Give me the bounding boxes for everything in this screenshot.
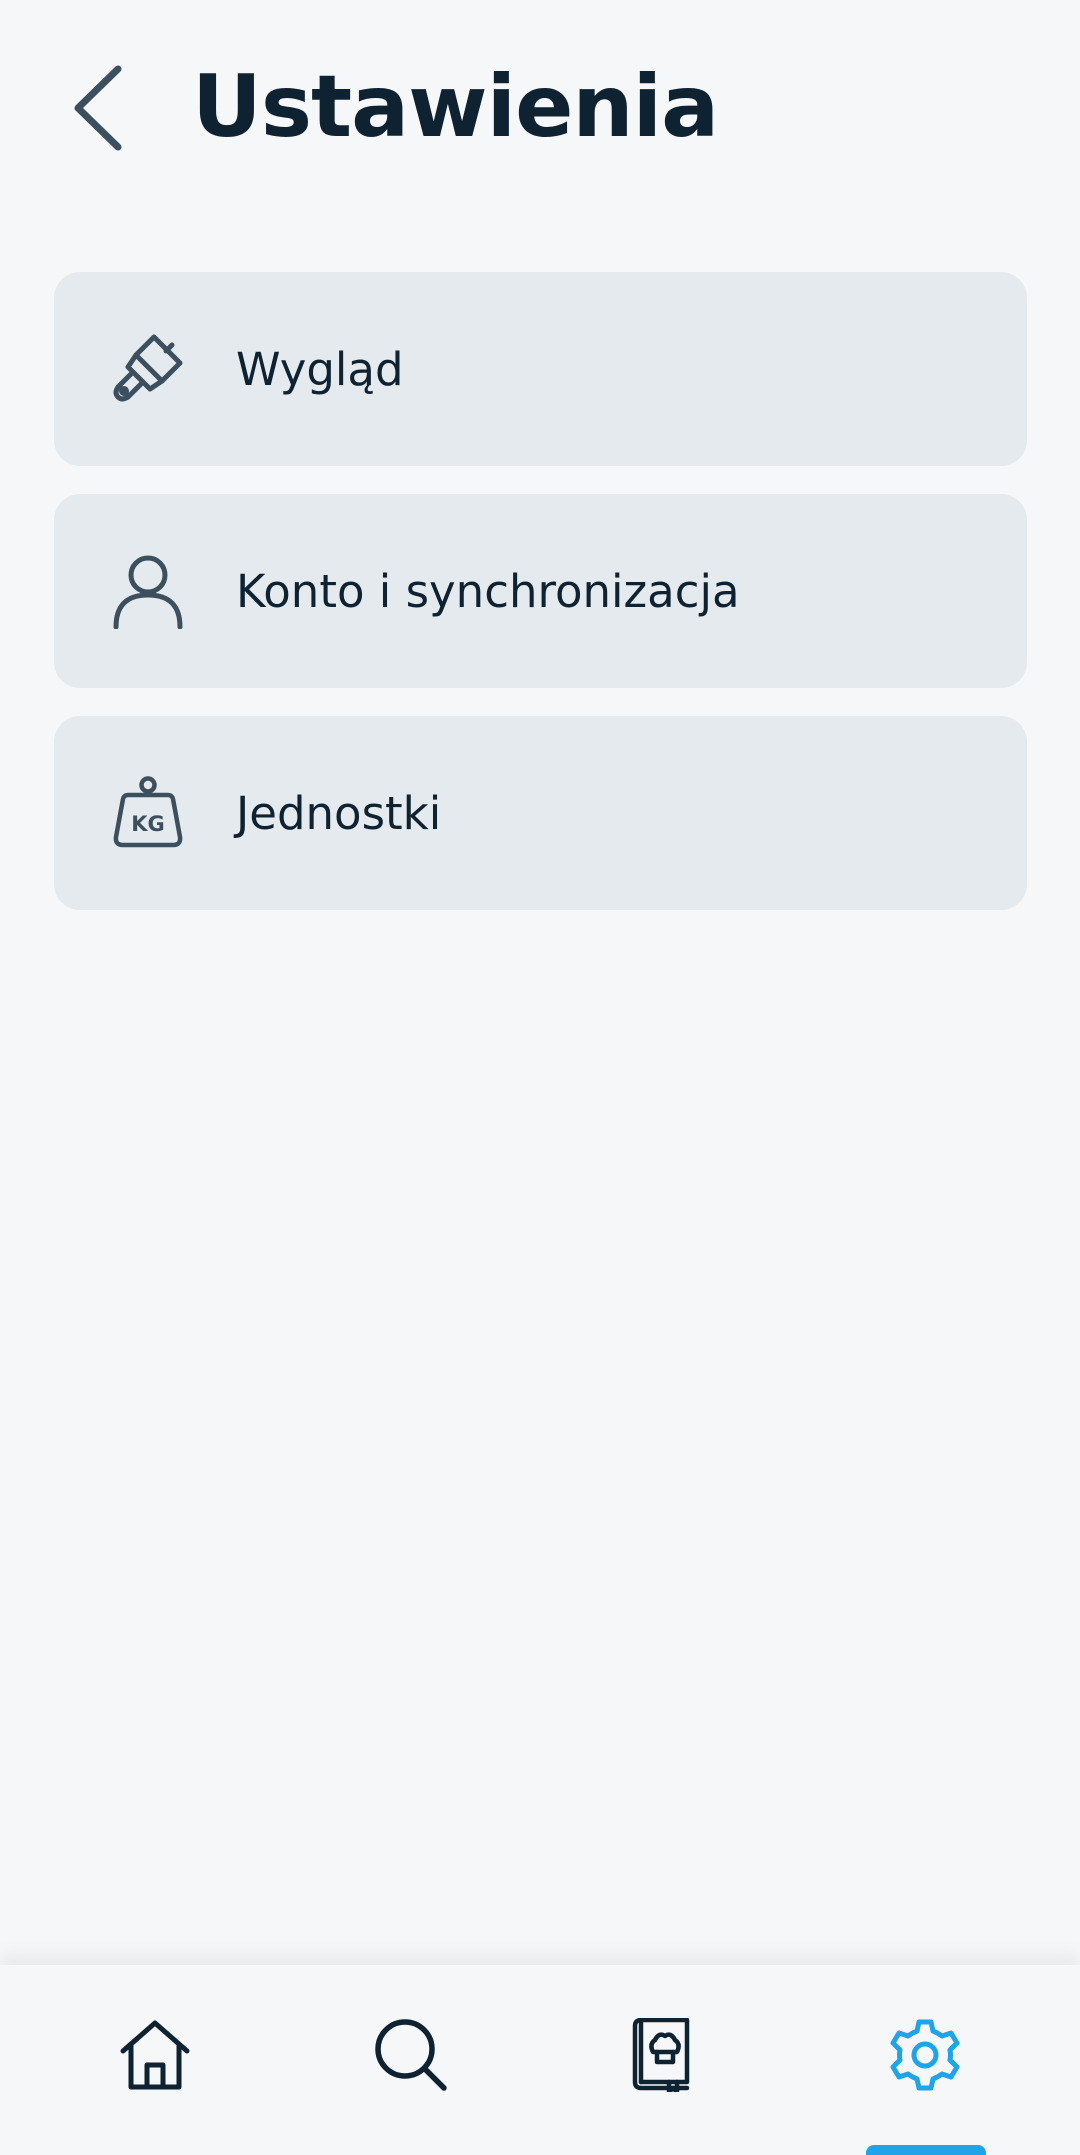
kg-weight-icon: KG [106, 771, 190, 855]
menu-item-account-sync[interactable]: Konto i synchronizacja [54, 494, 1027, 688]
bottom-navigation [0, 1965, 1080, 2155]
home-icon [120, 2020, 190, 2090]
nav-cookbook[interactable] [526, 1965, 796, 2155]
paint-brush-icon [106, 327, 190, 411]
active-tab-indicator [866, 2145, 986, 2155]
menu-item-appearance[interactable]: Wygląd [54, 272, 1027, 466]
menu-item-label: Jednostki [236, 786, 442, 840]
nav-search[interactable] [276, 1965, 546, 2155]
user-icon [106, 549, 190, 633]
cookbook-icon [632, 2018, 690, 2092]
menu-item-label: Wygląd [236, 342, 404, 396]
svg-text:KG: KG [131, 812, 165, 836]
page-title: Ustawienia [192, 57, 719, 157]
gear-icon [890, 2019, 960, 2091]
settings-screen: Ustawienia Wygląd Konto i synchronizacja… [0, 0, 1080, 2155]
back-button[interactable] [60, 58, 136, 158]
nav-settings[interactable] [790, 1965, 1060, 2155]
menu-item-label: Konto i synchronizacja [236, 564, 740, 618]
search-icon [375, 2019, 447, 2091]
nav-home[interactable] [20, 1965, 290, 2155]
header: Ustawienia [0, 0, 1080, 215]
menu-item-units[interactable]: KG Jednostki [54, 716, 1027, 910]
settings-menu: Wygląd Konto i synchronizacja KG Jednost… [54, 272, 1027, 938]
chevron-left-icon [74, 65, 122, 151]
